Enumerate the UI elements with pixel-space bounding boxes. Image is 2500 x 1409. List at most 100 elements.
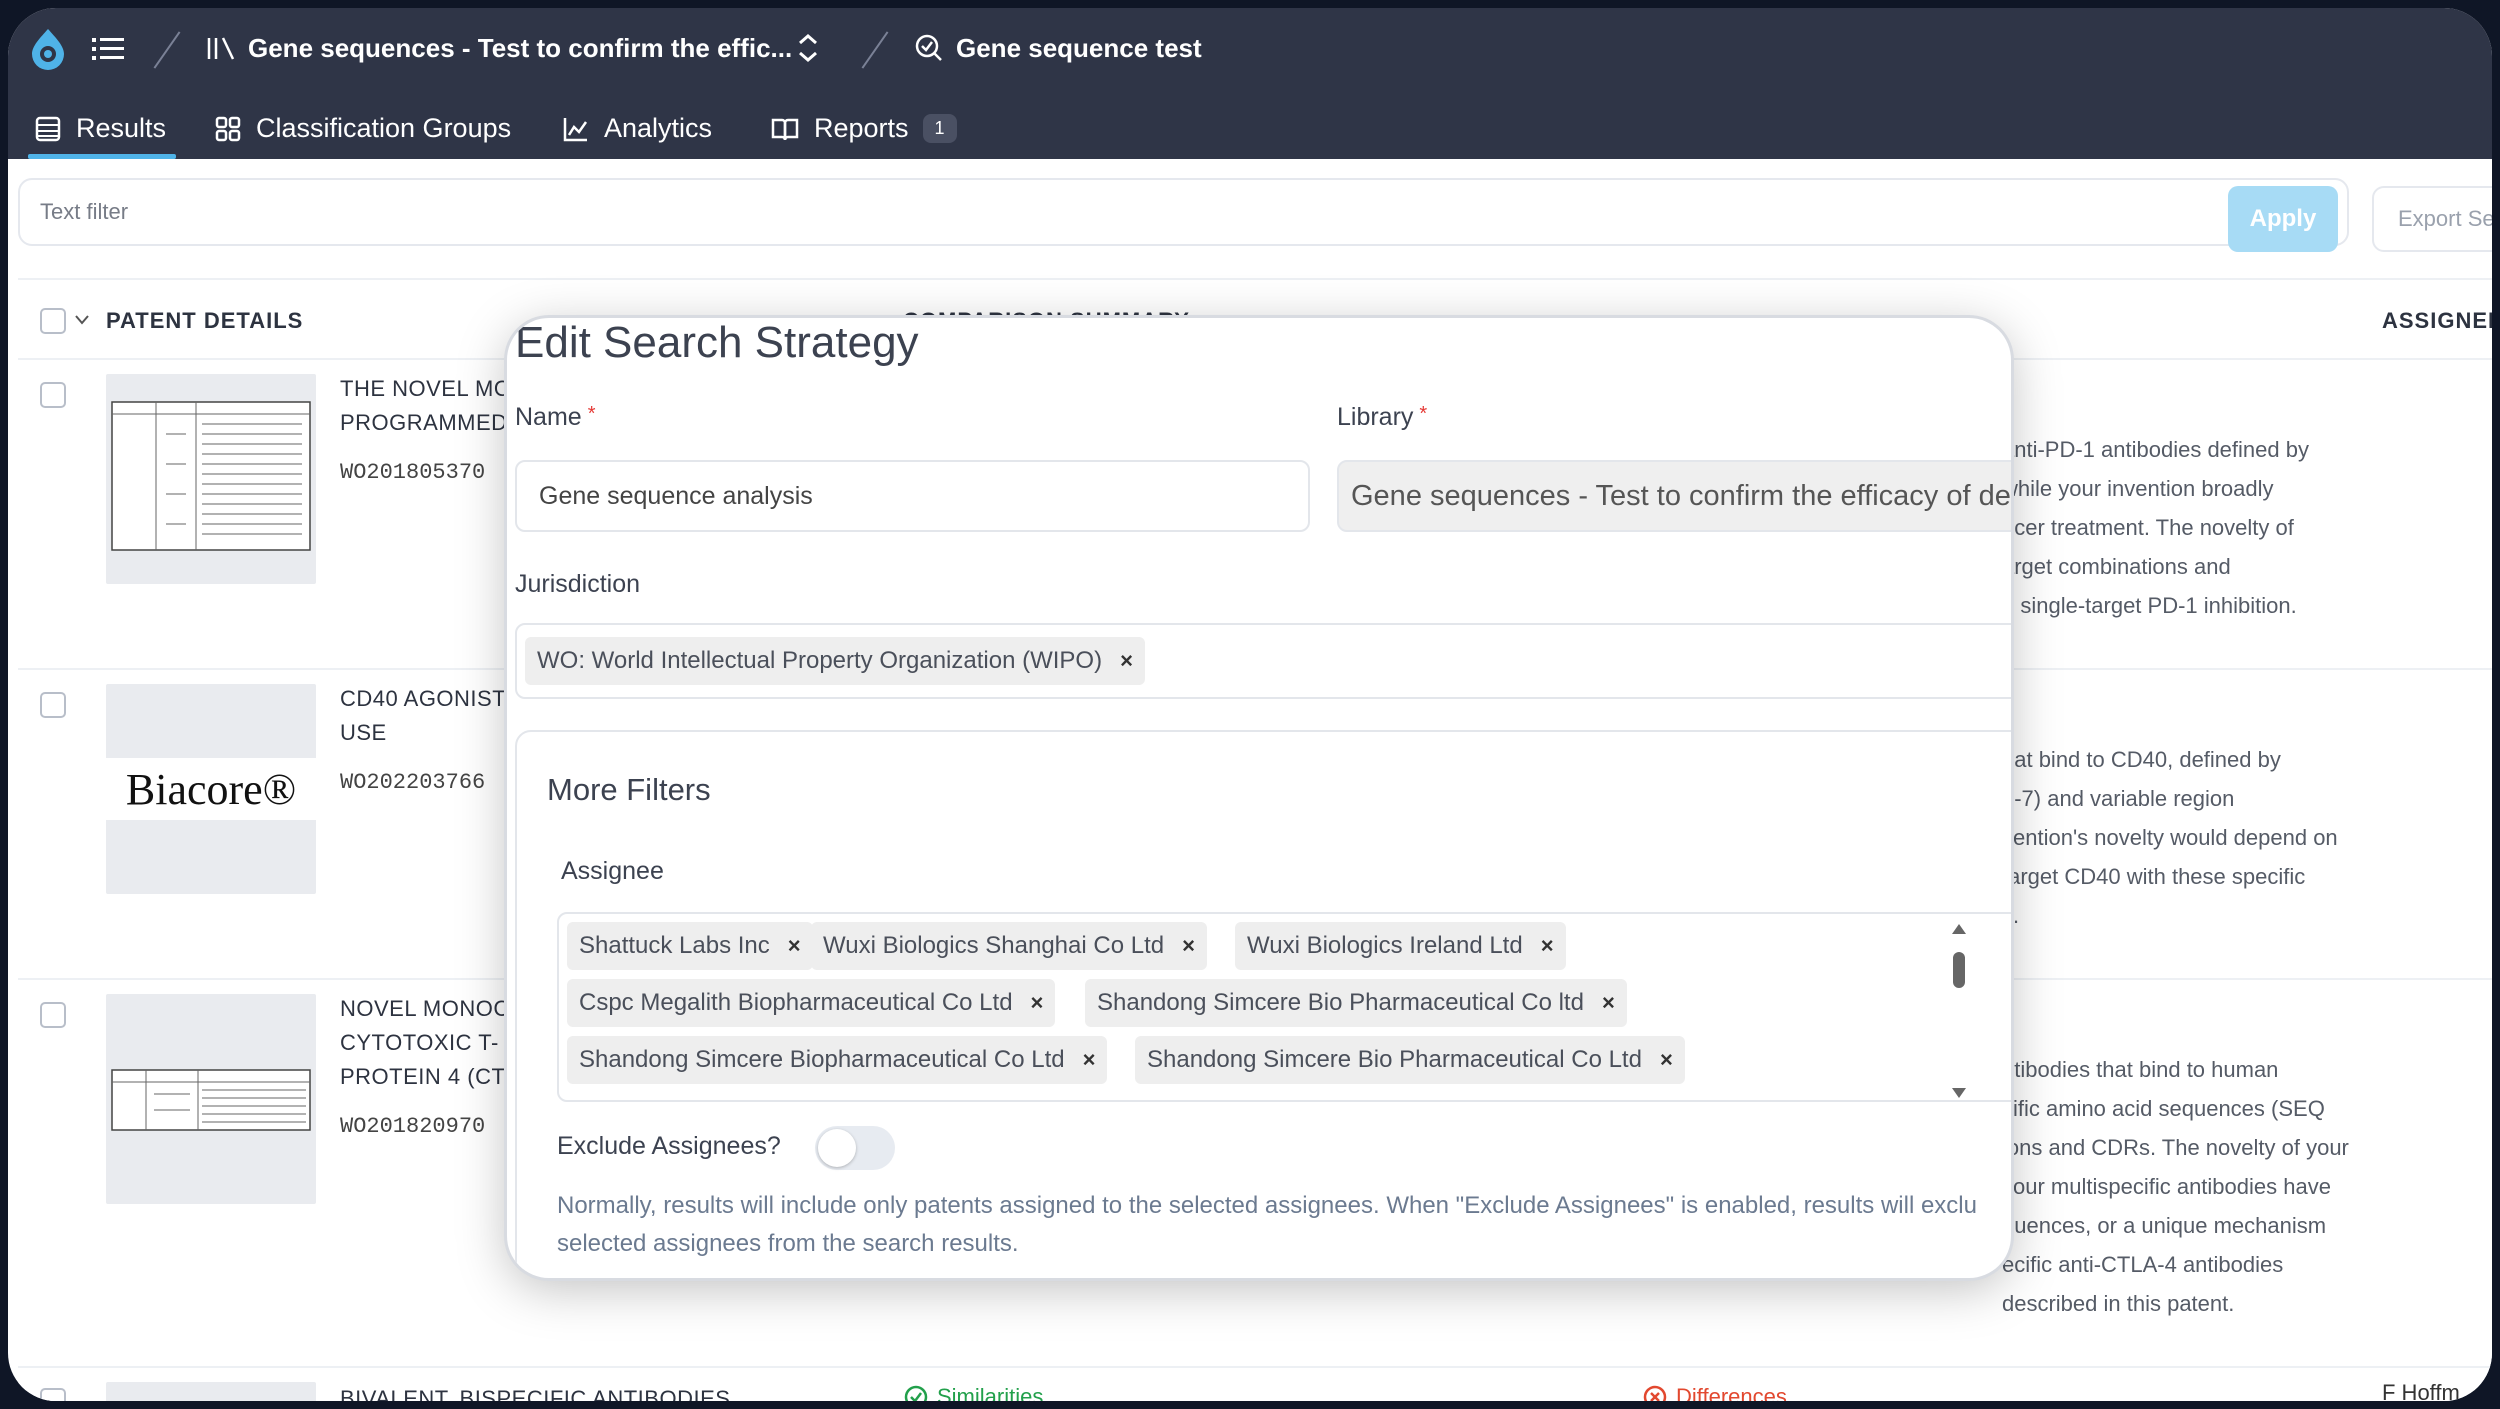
more-filters-panel: More Filters Assignee Shattuck Labs Inc ×…	[515, 730, 2011, 1278]
patent-title-line: CYTOTOXIC T-	[340, 1030, 499, 1055]
tab-results[interactable]: Results	[27, 98, 177, 159]
patent-number[interactable]: WO202203766	[340, 770, 485, 795]
comparison-summary-text: hat bind to CD40, defined by 1-7) and va…	[2002, 740, 2422, 935]
jurisdiction-label: Jurisdiction	[515, 570, 641, 598]
clear-assignees-icon[interactable]: ✕	[2009, 978, 2011, 1013]
row-checkbox[interactable]	[40, 1002, 66, 1028]
library-select[interactable]: Gene sequences - Test to confirm the eff…	[1337, 460, 2011, 532]
summary-line: 1-7) and variable region	[2002, 786, 2235, 811]
summary-line: while your invention broadly	[2002, 476, 2274, 501]
remove-chip-icon[interactable]: ×	[788, 933, 801, 959]
patent-title-line: NOVEL MONOC	[340, 996, 510, 1021]
tab-analytics[interactable]: Analytics	[562, 98, 712, 159]
summary-line: arget combinations and	[2002, 554, 2231, 579]
header-assignee[interactable]: ASSIGNEE	[2382, 308, 2492, 334]
apply-button[interactable]: Apply	[2228, 186, 2338, 252]
summary-line: ecific anti-CTLA-4 antibodies	[2002, 1252, 2284, 1277]
switch-library-chevron-icon[interactable]	[794, 32, 822, 64]
remove-chip-icon[interactable]: ×	[1660, 1047, 1673, 1073]
top-bar: Gene sequences - Test to confirm the eff…	[8, 8, 2492, 159]
assignee-chip-label: Cspc Megalith Biopharmaceutical Co Ltd	[579, 989, 1013, 1016]
patent-thumbnail[interactable]	[106, 994, 316, 1204]
patent-number[interactable]: WO201805370	[340, 460, 485, 485]
remove-chip-icon[interactable]: ×	[1602, 990, 1615, 1016]
name-input[interactable]	[515, 460, 1310, 532]
summary-line: d single-target PD-1 inhibition.	[2002, 593, 2297, 618]
assignee-chip: Cspc Megalith Biopharmaceutical Co Ltd ×	[567, 979, 1056, 1027]
remove-chip-icon[interactable]: ×	[1120, 648, 1133, 674]
tab-reports[interactable]: Reports 1	[770, 98, 957, 159]
remove-chip-icon[interactable]: ×	[1031, 990, 1044, 1016]
patent-thumbnail[interactable]	[106, 374, 316, 584]
name-label-text: Name	[515, 403, 582, 431]
summary-line: ntibodies that bind to human	[2002, 1057, 2279, 1082]
tab-reports-label: Reports	[814, 113, 909, 143]
help-line: selected assignees from the search resul…	[557, 1230, 1019, 1257]
breadcrumb: Gene sequences - Test to confirm the eff…	[8, 8, 2492, 88]
tab-analytics-label: Analytics	[604, 113, 713, 143]
library-label-text: Library	[1337, 403, 1414, 431]
toggle-knob	[818, 1129, 856, 1167]
assignee-chip-label: Shandong Simcere Bio Pharmaceutical Co L…	[1147, 1046, 1642, 1073]
edit-search-strategy-dialog: Edit Search Strategy Name* Library* Gene…	[507, 318, 2011, 1278]
patent-title[interactable]: THE NOVEL MO PROGRAMMED	[340, 372, 511, 440]
menu-list-icon[interactable]	[92, 34, 128, 64]
patent-title-line: USE	[340, 720, 387, 745]
assignee-chip: Shattuck Labs Inc ×	[567, 922, 813, 970]
table-drawing-image	[111, 1069, 311, 1131]
reports-count-badge: 1	[922, 114, 957, 143]
x-circle-icon	[1643, 1385, 1667, 1401]
similarities-label: Similarities	[937, 1384, 1044, 1401]
assignee-chip: Shandong Simcere Biopharmaceutical Co Lt…	[567, 1036, 1108, 1084]
summary-line: your multispecific antibodies have	[2002, 1174, 2331, 1199]
exclude-assignees-toggle[interactable]	[815, 1126, 895, 1170]
row-checkbox[interactable]	[40, 692, 66, 718]
jurisdiction-select[interactable]: WO: World Intellectual Property Organiza…	[515, 623, 2011, 699]
assignee-chip: Shandong Simcere Bio Pharmaceutical Co l…	[1085, 979, 1627, 1027]
exclude-assignees-help-text: Normally, results will include only pate…	[557, 1187, 2007, 1263]
breadcrumb-library[interactable]: Gene sequences - Test to confirm the eff…	[206, 8, 792, 88]
app-logo-icon[interactable]	[26, 26, 70, 70]
comparison-summary-text: anti-PD-1 antibodies defined by while yo…	[2002, 430, 2422, 625]
table-icon	[35, 116, 61, 141]
select-all-checkbox[interactable]	[40, 308, 66, 334]
summary-line: ncer treatment. The novelty of	[2002, 515, 2294, 540]
chart-icon	[563, 117, 588, 141]
book-icon	[771, 118, 799, 140]
patent-title[interactable]: BIVALENT, BISPECIFIC ANTIBODIES	[340, 1382, 730, 1401]
table-row[interactable]: BIVALENT, BISPECIFIC ANTIBODIES Similari…	[18, 1368, 2492, 1401]
patent-number[interactable]: WO201820970	[340, 1114, 485, 1139]
similarities-tag[interactable]: Similarities	[903, 1384, 1043, 1401]
summary-line: s.	[2002, 896, 2422, 935]
chevron-down-icon[interactable]	[74, 314, 90, 326]
name-field-label: Name *	[515, 403, 596, 431]
jurisdiction-chip: WO: World Intellectual Property Organiza…	[525, 637, 1145, 685]
biacore-thumbnail-text: Biacore®	[106, 758, 316, 820]
patent-thumbnail[interactable]	[106, 1382, 316, 1401]
library-icon	[207, 37, 235, 60]
row-checkbox[interactable]	[40, 1388, 66, 1401]
exclude-assignees-label: Exclude Assignees?	[557, 1132, 781, 1160]
text-filter-input[interactable]	[40, 190, 2220, 234]
summary-line: quences, or a unique mechanism	[2002, 1213, 2327, 1238]
export-selected-button[interactable]: Export Sel	[2372, 186, 2492, 252]
patent-title[interactable]: CD40 AGONIST USE	[340, 682, 506, 750]
tab-classification-groups[interactable]: Classification Groups	[214, 98, 511, 159]
tab-bar: Results Classification Groups Analytics	[8, 98, 2492, 159]
breadcrumb-search-label: Gene sequence test	[956, 32, 1202, 63]
remove-chip-icon[interactable]: ×	[1541, 933, 1554, 959]
remove-chip-icon[interactable]: ×	[1182, 933, 1195, 959]
patent-title-line: CD40 AGONIST	[340, 686, 507, 711]
assignee-scrollbar[interactable]	[1949, 922, 1969, 1100]
remove-chip-icon[interactable]: ×	[1083, 1047, 1096, 1073]
row-checkbox[interactable]	[40, 382, 66, 408]
assignee-select[interactable]: Shattuck Labs Inc × Wuxi Biologics Shangh…	[557, 912, 2011, 1102]
assignee-chip: Wuxi Biologics Ireland Ltd ×	[1235, 922, 1566, 970]
patent-title[interactable]: NOVEL MONOC CYTOTOXIC T- PROTEIN 4 (CTL	[340, 992, 518, 1094]
text-filter-box	[18, 178, 2349, 246]
comparison-summary-text: ntibodies that bind to human cific amino…	[2002, 1050, 2422, 1323]
breadcrumb-search[interactable]: Gene sequence test	[914, 8, 1202, 88]
patent-thumbnail[interactable]: Biacore®	[106, 684, 316, 894]
differences-tag[interactable]: Differences	[1642, 1384, 1787, 1401]
header-patent-details[interactable]: PATENT DETAILS	[106, 308, 303, 334]
